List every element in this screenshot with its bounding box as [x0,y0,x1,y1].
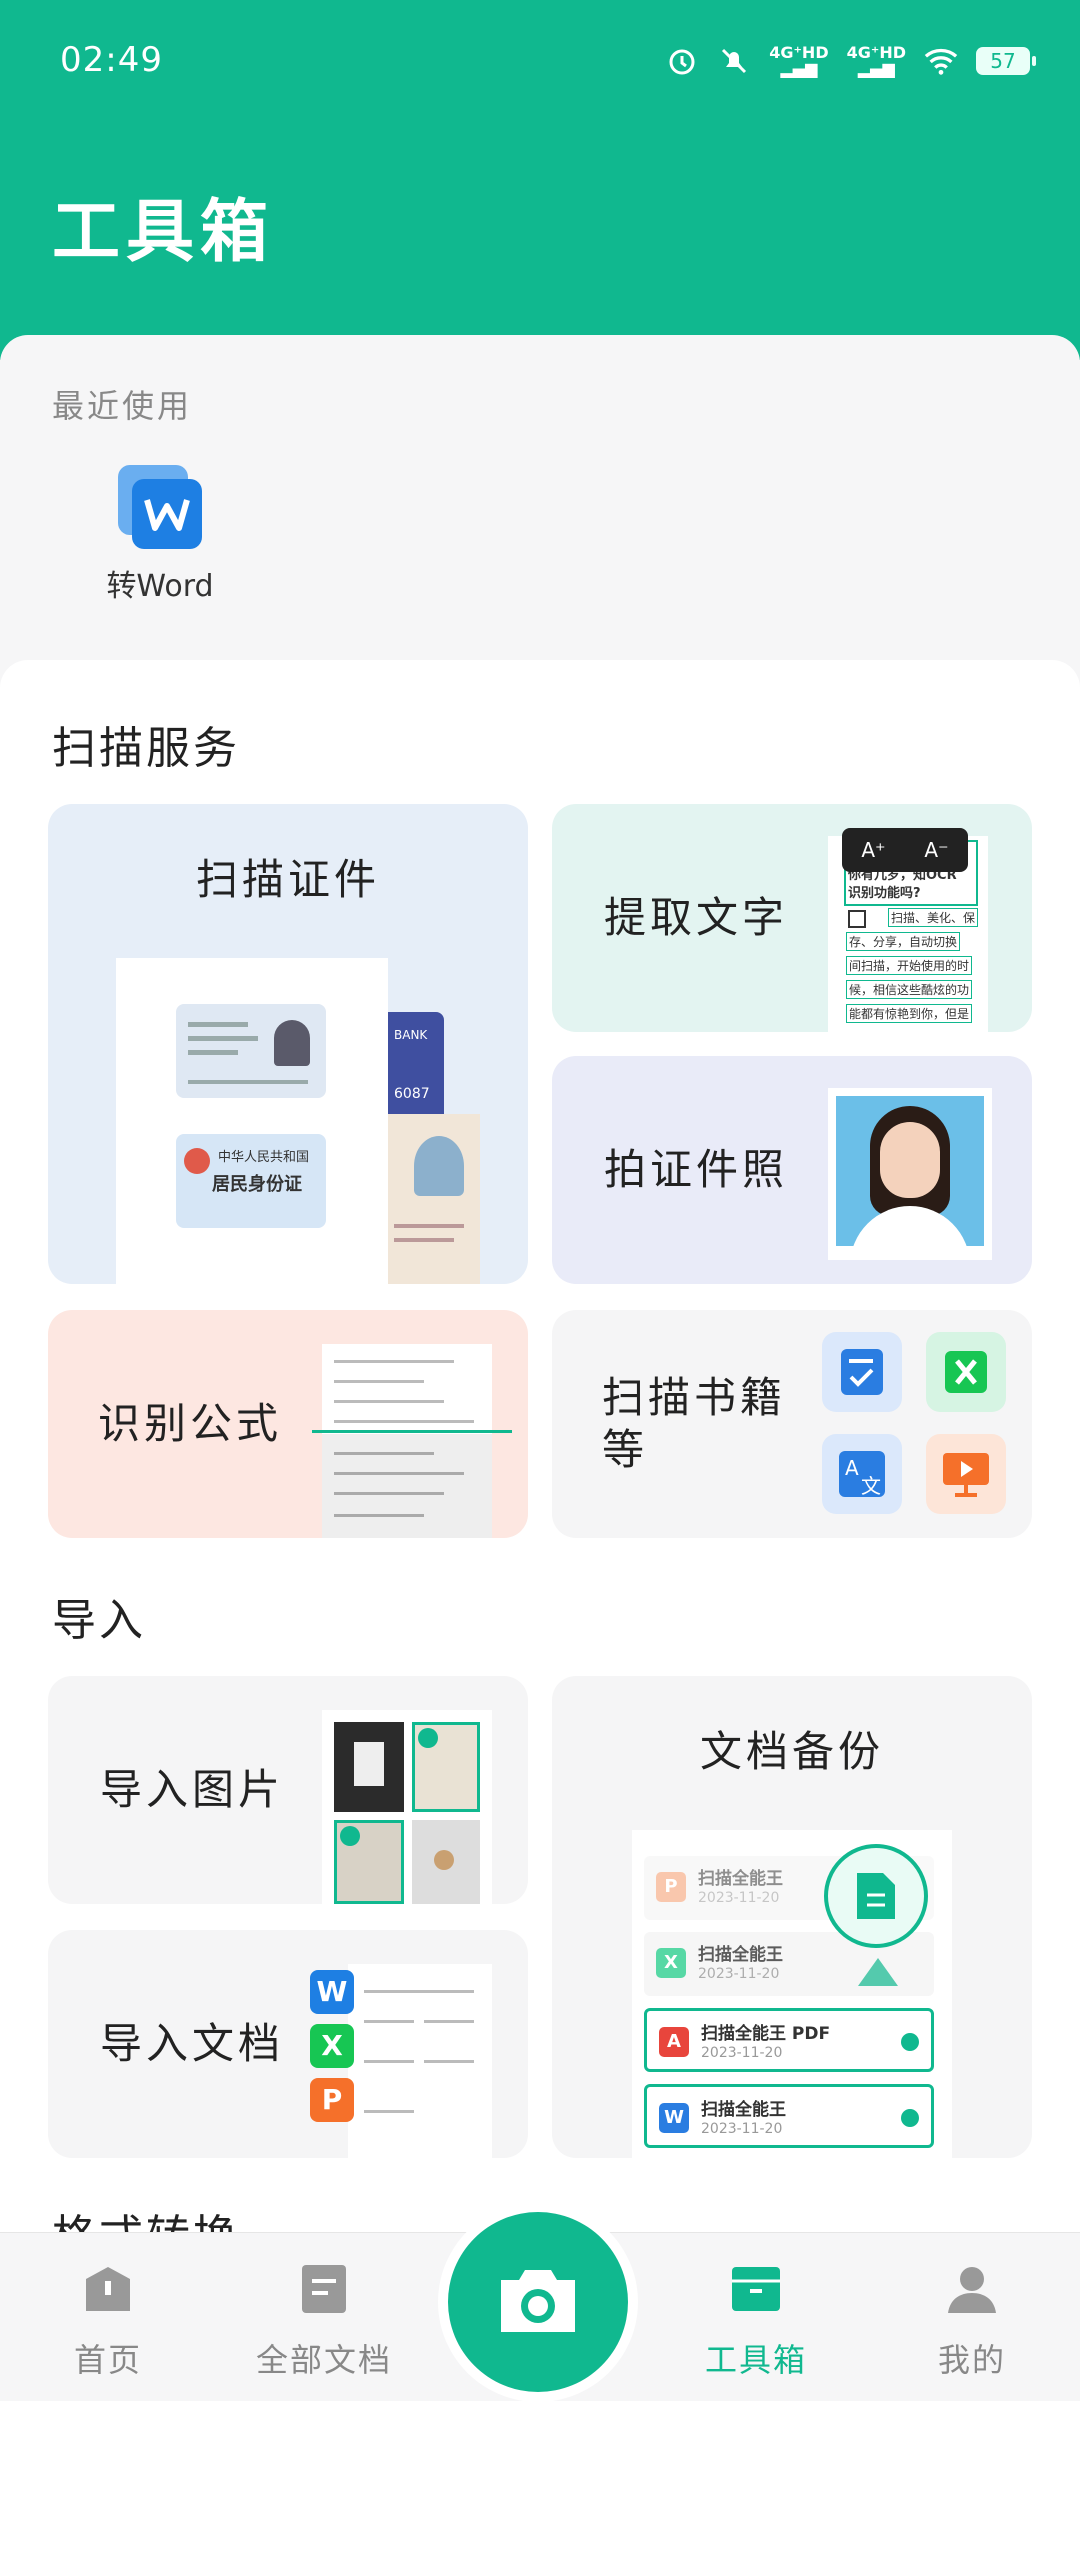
tab-profile[interactable]: 我的 [892,2261,1052,2381]
recent-item-label: 转Word [106,569,214,604]
extract-text-label: 提取文字 [604,893,789,942]
import-section-title: 导入 [52,1595,146,1646]
id-card-title: 中华人民共和国 [218,1150,310,1165]
backup-file-date: 2023-11-20 [701,2121,783,2137]
backup-file-name: 扫描全能王 [701,2100,786,2120]
wifi-icon [924,44,958,78]
backup-file-row: W 扫描全能王 2023-11-20 [644,2084,934,2148]
file-type-icon: X [656,1948,686,1978]
id-card-subtitle: 居民身份证 [212,1174,302,1195]
header: 02:49 4G⁺HD ▂▄▆ 4G⁺HD ▂▄▆ 57 工具箱 [0,0,1080,360]
excel-icon: X [310,2024,354,2068]
check-icon [340,1826,360,1846]
scan-section-title: 扫描服务 [52,723,240,774]
recent-item-to-word[interactable]: 转Word [100,465,220,605]
mute-icon [717,44,751,78]
slides-icon [926,1434,1006,1514]
signal-1: 4G⁺HD ▂▄▆ [769,43,829,78]
check-icon [901,2033,919,2051]
scan-id-card[interactable]: 扫描证件 中华人民共和国 居民身份证 BANK 6087 [48,804,528,1284]
page-title: 工具箱 [52,193,275,272]
backup-file-name: 扫描全能王 [698,1945,783,1965]
backup-file-name: 扫描全能王 [698,1869,783,1889]
alarm-icon [665,44,699,78]
camera-button[interactable] [448,2212,628,2392]
font-size-popup: A⁺ A⁻ [842,828,968,872]
scan-frame-icon [848,910,866,928]
upload-arrow-icon [858,1958,898,1986]
backup-upload-icon [824,1844,928,1948]
import-image-label: 导入图片 [100,1765,285,1814]
tab-toolbox-label: 工具箱 [704,2341,807,2379]
formula-card[interactable]: 识别公式 [48,1310,528,1538]
import-doc-card[interactable]: 导入文档 W X P [48,1930,528,2158]
portrait-photo [828,1088,992,1260]
home-icon [86,2267,130,2311]
status-bar: 02:49 4G⁺HD ▂▄▆ 4G⁺HD ▂▄▆ 57 [0,0,1080,120]
svg-text:A: A [845,1456,859,1480]
tab-toolbox[interactable]: 工具箱 [676,2261,836,2381]
passport-preview [388,1114,480,1284]
doc-check-icon [822,1332,902,1412]
translate-icon: A文 [822,1434,902,1514]
file-type-icon: A [659,2027,689,2057]
check-icon [901,2109,919,2127]
tab-documents-label: 全部文档 [255,2341,392,2379]
toolbox-icon [732,2267,780,2311]
word-icon: W [310,1970,354,2014]
status-icons: 4G⁺HD ▂▄▆ 4G⁺HD ▂▄▆ 57 [665,43,1036,78]
check-icon [418,1728,438,1748]
svg-text:文: 文 [861,1474,881,1498]
import-image-card[interactable]: 导入图片 [48,1676,528,1904]
formula-label: 识别公式 [98,1399,283,1448]
backup-file-name: 扫描全能王 PDF [701,2024,831,2044]
id-card-preview: 中华人民共和国 居民身份证 [116,958,388,1284]
doc-preview [348,1964,492,2158]
profile-icon [948,2267,996,2313]
signal-2: 4G⁺HD ▂▄▆ [846,43,906,78]
id-photo-label: 拍证件照 [604,1145,789,1194]
scan-id-label: 扫描证件 [195,855,380,904]
image-grid-preview [322,1710,492,1904]
import-doc-label: 导入文档 [100,2019,285,2068]
tab-home-label: 首页 [73,2341,142,2379]
formula-preview [312,1344,512,1538]
tab-all-documents[interactable]: 全部文档 [244,2261,404,2381]
tab-profile-label: 我的 [937,2341,1006,2379]
documents-icon [302,2265,346,2313]
extract-text-card[interactable]: 提取文字 你有几岁，知OCR 识别功能吗? 扫描、美化、保 存、分享，自动切换 … [552,804,1032,1032]
backup-file-row: A 扫描全能王 PDF 2023-11-20 [644,2008,934,2072]
file-type-icon: P [656,1872,686,1902]
status-time: 02:49 [60,40,163,80]
word-icon [118,465,202,549]
recent-section: 最近使用 转Word [0,335,1080,695]
backup-file-date: 2023-11-20 [698,1890,780,1906]
excel-icon [926,1332,1006,1412]
tab-home[interactable]: 首页 [28,2261,188,2381]
id-photo-card[interactable]: 拍证件照 [552,1056,1032,1284]
ppt-icon: P [310,2078,354,2122]
recent-title: 最近使用 [52,387,193,425]
doc-backup-label: 文档备份 [699,1727,884,1776]
scan-books-label: 扫描书籍等 [602,1373,787,1474]
scan-books-card[interactable]: 扫描书籍等 A文 [552,1310,1032,1538]
backup-file-date: 2023-11-20 [701,2045,783,2061]
battery-icon: 57 [976,47,1036,75]
camera-icon [501,2270,575,2332]
file-type-icon: W [659,2103,689,2133]
backup-file-date: 2023-11-20 [698,1966,780,1982]
doc-backup-card[interactable]: 文档备份 P 扫描全能王 2023-11-20 X 扫描全能王 2023-11-20 A 扫描… [552,1676,1032,2158]
